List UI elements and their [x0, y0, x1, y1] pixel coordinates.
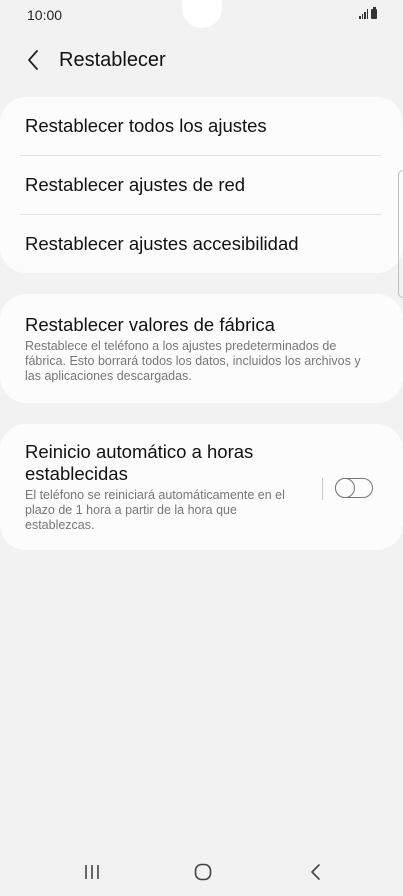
reset-accessibility-settings-item[interactable]: Restablecer ajustes accesibilidad [25, 233, 299, 255]
toggle-knob [335, 477, 355, 498]
factory-reset-item[interactable]: Restablecer valores de fábrica Restablec… [25, 314, 365, 384]
factory-reset-description: Restablece el teléfono a los ajustes pre… [25, 339, 361, 383]
battery-icon [371, 7, 377, 19]
status-icons [359, 7, 377, 19]
header: Restablecer [0, 40, 403, 80]
camera-notch [182, 0, 222, 28]
status-time: 10:00 [27, 7, 63, 23]
navigation-bar [0, 848, 403, 896]
auto-restart-item[interactable]: Reinicio automático a horas establecidas… [25, 441, 295, 533]
auto-restart-toggle[interactable] [335, 477, 373, 498]
divider [20, 214, 382, 215]
auto-restart-title: Reinicio automático a horas establecidas [25, 441, 254, 484]
chevron-left-icon[interactable] [22, 46, 46, 74]
back-icon[interactable] [309, 862, 323, 882]
toggle-separator [322, 478, 323, 500]
signal-icon [359, 9, 368, 19]
factory-reset-card[interactable]: Restablecer valores de fábrica Restablec… [0, 294, 403, 403]
factory-reset-title: Restablecer valores de fábrica [25, 314, 275, 335]
reset-options-card: Restablecer todos los ajustes Restablece… [0, 97, 403, 273]
scroll-indicator[interactable] [398, 170, 403, 298]
status-bar: 10:00 [0, 0, 403, 30]
auto-restart-description: El teléfono se reiniciará automáticament… [25, 488, 285, 532]
reset-all-settings-item[interactable]: Restablecer todos los ajustes [25, 115, 267, 137]
reset-network-settings-item[interactable]: Restablecer ajustes de red [25, 174, 245, 196]
home-icon[interactable] [194, 863, 212, 881]
recent-apps-icon[interactable] [83, 864, 101, 880]
auto-restart-card[interactable]: Reinicio automático a horas establecidas… [0, 424, 403, 550]
divider [20, 155, 382, 156]
page-title: Restablecer [59, 49, 166, 71]
